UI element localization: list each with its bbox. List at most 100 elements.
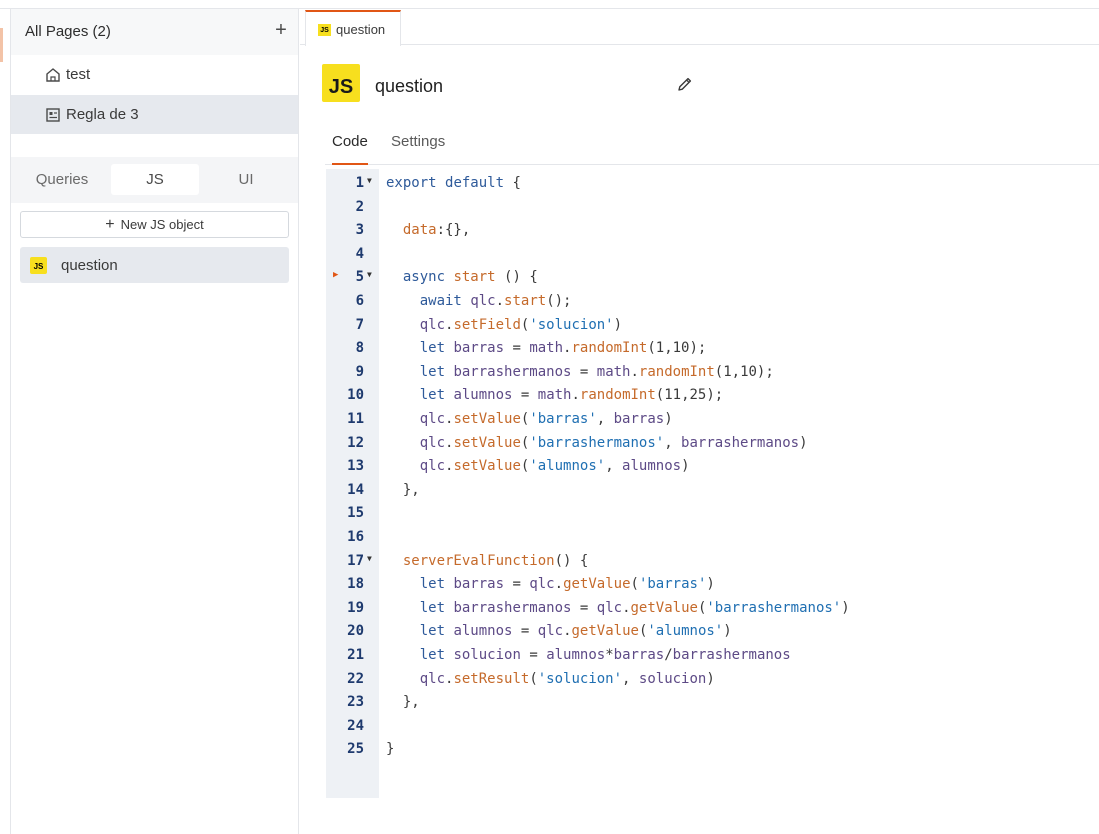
code-text: qlc.setValue('alumnos', alumnos) — [419, 458, 690, 475]
line-number: 6 — [355, 293, 364, 309]
line-number-wrap: 10 — [326, 387, 364, 411]
line-number: 1 — [355, 175, 364, 191]
code-line[interactable]: 22 qlc.setResult('solucion', solucion) — [326, 671, 1099, 695]
code-settings-tabs: Code Settings — [325, 128, 1099, 165]
code-text: let solucion = alumnos*barras/barrasherm… — [419, 647, 791, 663]
home-icon — [46, 68, 60, 82]
tab-js[interactable]: JS — [111, 164, 199, 195]
line-number: 8 — [355, 340, 364, 357]
code-line[interactable]: 10 let alumnos = math.randomInt(11,25); — [326, 387, 1099, 411]
line-number: 23 — [347, 694, 364, 711]
code-line[interactable]: 21 let solucion = alumnos*barras/barrash… — [326, 647, 1099, 671]
code-line[interactable]: 8 let barras = math.randomInt(1,10); — [326, 340, 1099, 364]
code-line[interactable]: 19 let barrashermanos = qlc.getValue('ba… — [326, 600, 1099, 624]
fold-toggle-icon[interactable]: ▼ — [367, 270, 372, 279]
line-number-wrap: 24 — [326, 718, 364, 742]
tab-ui[interactable]: UI — [207, 164, 285, 195]
code-line[interactable]: 23 }, — [326, 694, 1099, 718]
page-item-test[interactable]: test — [11, 55, 298, 94]
line-number-wrap: 14 — [326, 482, 364, 506]
code-line[interactable]: 17 ▼ serverEvalFunction() { — [326, 553, 1099, 577]
line-number-wrap: 15 — [326, 505, 364, 529]
code-editor[interactable]: 1 ▼ export default {2 3 data:{}, 4 5 ▼ ▶ async … — [326, 169, 1099, 798]
line-number-wrap: 18 — [326, 576, 364, 600]
js-file-icon: JS — [30, 257, 47, 274]
line-number: 24 — [347, 717, 364, 734]
code-line[interactable]: 6 await qlc.start(); — [326, 293, 1099, 317]
line-number: 5 — [355, 269, 364, 286]
line-number-wrap: 17 — [326, 553, 364, 577]
code-text: qlc.setValue('barras', barras) — [419, 411, 673, 427]
file-tab-question[interactable]: JS question — [305, 10, 401, 46]
editor-tabbar: JS question — [300, 9, 1099, 46]
code-text: export default { — [386, 175, 521, 191]
line-number-wrap: 13 — [326, 458, 364, 482]
code-line[interactable]: 25} — [326, 741, 1099, 765]
code-line[interactable]: 1 ▼ export default { — [326, 175, 1099, 199]
code-line[interactable]: 4 — [326, 246, 1099, 270]
run-marker-icon[interactable]: ▶ — [333, 270, 338, 280]
code-text: qlc.setValue('barrashermanos', barrasher… — [419, 434, 808, 451]
page-item-regla-de-3[interactable]: Regla de 3 — [11, 95, 298, 134]
line-number-wrap: 1 — [326, 175, 364, 199]
code-text: }, — [386, 694, 420, 711]
line-number-wrap: 11 — [326, 411, 364, 435]
line-number-wrap: 20 — [326, 623, 364, 647]
js-object-item-question[interactable]: JS question — [20, 247, 289, 283]
code-line[interactable]: 3 data:{}, — [326, 222, 1099, 246]
code-line[interactable]: 13 qlc.setValue('alumnos', alumnos) — [326, 458, 1099, 482]
tab-settings[interactable]: Settings — [391, 133, 445, 165]
pages-header: All Pages (2) + — [11, 9, 298, 55]
rail-active-marker — [0, 28, 3, 62]
line-number: 4 — [355, 245, 364, 262]
pages-title: All Pages (2) — [25, 23, 111, 40]
code-line[interactable]: 2 — [326, 199, 1099, 223]
js-file-icon: JS — [318, 24, 331, 36]
page-item-label: test — [66, 66, 91, 83]
line-number: 21 — [347, 647, 364, 663]
line-number-wrap: 22 — [326, 671, 364, 695]
code-line[interactable]: 5 ▼ ▶ async start () { — [326, 269, 1099, 293]
js-object-label: question — [61, 257, 118, 274]
fold-toggle-icon[interactable]: ▼ — [367, 176, 372, 185]
code-line[interactable]: 20 let alumnos = qlc.getValue('alumnos') — [326, 623, 1099, 647]
tab-code[interactable]: Code — [332, 133, 368, 165]
fold-toggle-icon[interactable]: ▼ — [367, 554, 372, 563]
code-text: let barrashermanos = qlc.getValue('barra… — [419, 599, 850, 616]
tab-queries[interactable]: Queries — [23, 164, 101, 195]
code-line[interactable]: 18 let barras = qlc.getValue('barras') — [326, 576, 1099, 600]
page-icon — [46, 108, 60, 122]
js-object-icon: JS — [322, 64, 360, 102]
code-text: qlc.setField('solucion') — [419, 316, 623, 333]
pencil-icon[interactable] — [676, 75, 694, 93]
plus-icon: + — [105, 216, 115, 233]
line-number: 11 — [347, 411, 364, 427]
line-number: 13 — [347, 458, 364, 475]
line-number: 9 — [355, 363, 364, 380]
explorer-sidebar: All Pages (2) + test Regla de 3 Queries … — [11, 9, 299, 834]
line-number: 14 — [347, 481, 364, 498]
code-text: let alumnos = qlc.getValue('alumnos') — [419, 623, 732, 640]
line-number-wrap: 5 — [326, 269, 364, 293]
line-number-wrap: 7 — [326, 317, 364, 341]
line-number: 17 — [347, 552, 364, 569]
code-line[interactable]: 24 — [326, 718, 1099, 742]
code-line[interactable]: 7 qlc.setField('solucion') — [326, 317, 1099, 341]
code-line[interactable]: 15 — [326, 505, 1099, 529]
line-number-wrap: 21 — [326, 647, 364, 671]
file-tab-label: question — [336, 22, 386, 37]
code-line[interactable]: 14 }, — [326, 482, 1099, 506]
code-text: }, — [386, 481, 420, 498]
page-item-label: Regla de 3 — [66, 106, 139, 123]
code-text: data:{}, — [402, 222, 471, 239]
line-number-wrap: 3 — [326, 222, 364, 246]
code-text: } — [386, 741, 395, 758]
code-line[interactable]: 11 qlc.setValue('barras', barras) — [326, 411, 1099, 435]
code-text: async start () { — [402, 269, 538, 286]
add-page-icon[interactable]: + — [271, 18, 291, 42]
code-line[interactable]: 16 — [326, 529, 1099, 553]
code-line[interactable]: 9 let barrashermanos = math.randomInt(1,… — [326, 364, 1099, 388]
new-js-object-button[interactable]: + New JS object — [20, 211, 289, 238]
code-line[interactable]: 12 qlc.setValue('barrashermanos', barras… — [326, 435, 1099, 459]
code-text: qlc.setResult('solucion', solucion) — [419, 670, 715, 687]
